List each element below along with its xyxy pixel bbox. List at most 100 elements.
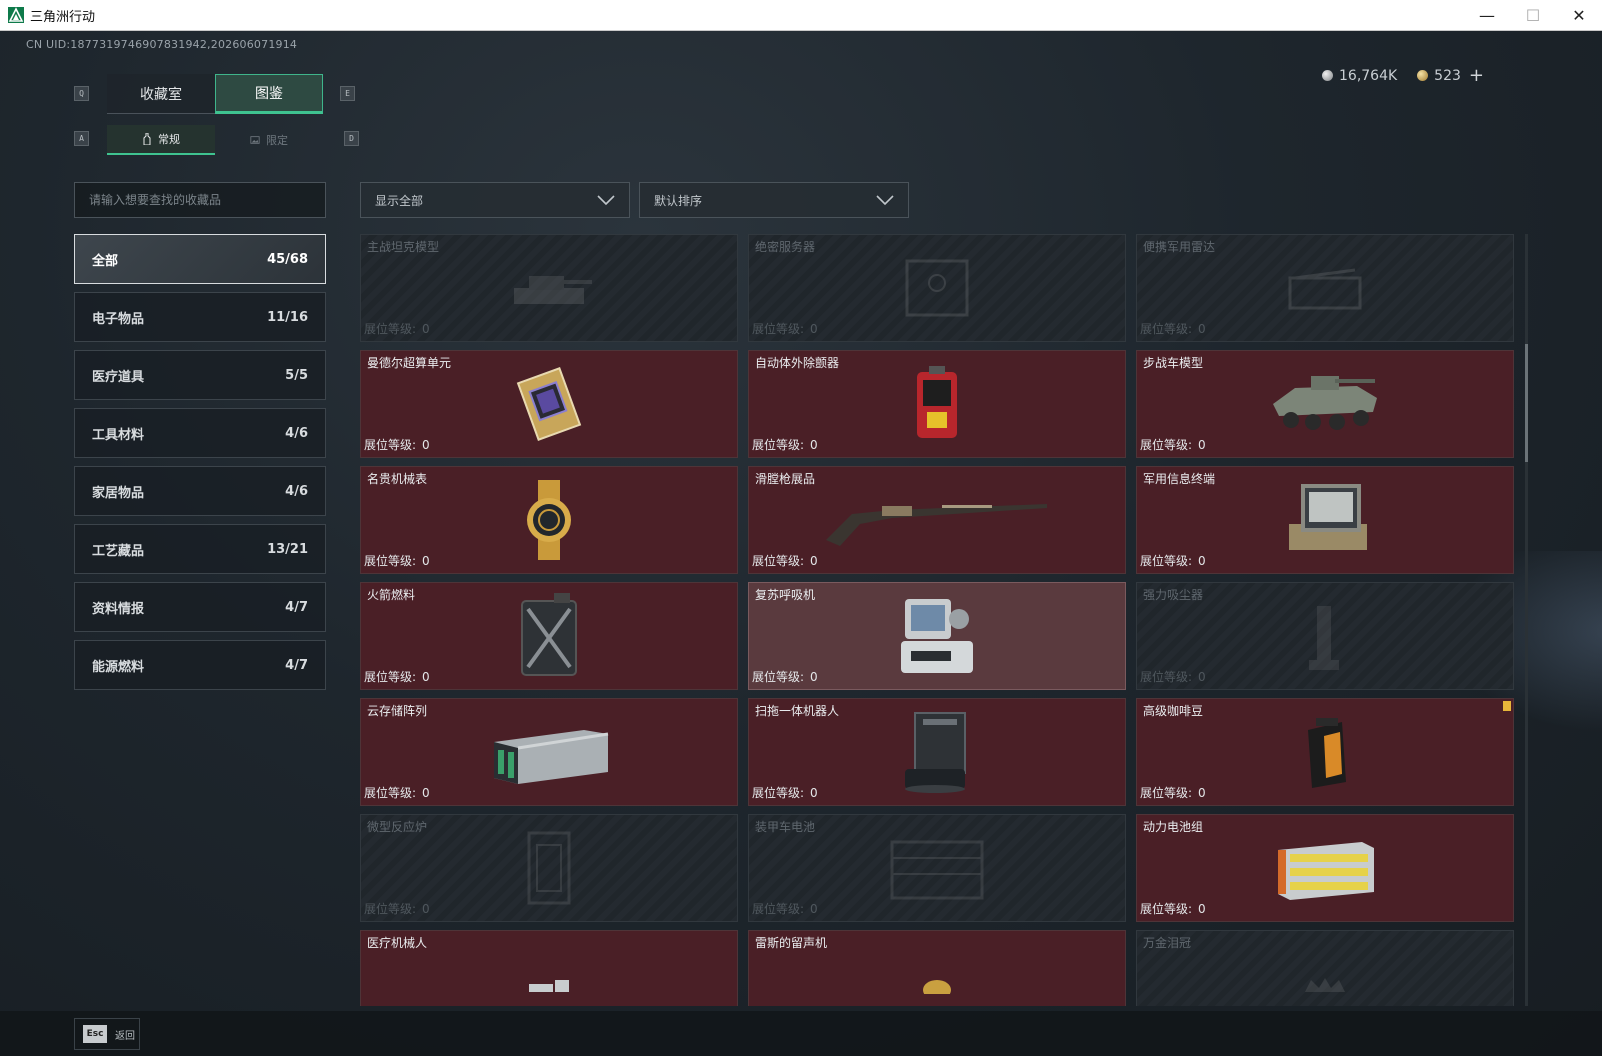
item-card[interactable]: 动力电池组 展位等级: 0 [1136, 814, 1514, 922]
close-button[interactable]: ✕ [1556, 0, 1602, 31]
item-card[interactable]: 复苏呼吸机 展位等级: 0 [748, 582, 1126, 690]
category-label: 工具材料 [92, 427, 145, 443]
item-level-label: 展位等级: [1140, 902, 1193, 916]
tab-collection-room[interactable]: 收藏室 [107, 74, 215, 114]
tab-catalog[interactable]: 图鉴 [215, 74, 323, 114]
category-label: 工艺藏品 [92, 543, 145, 559]
item-level-value: 0 [422, 786, 430, 800]
item-level-value: 0 [1198, 786, 1206, 800]
tank-icon [504, 258, 594, 322]
esc-key-icon: Esc [83, 1025, 107, 1043]
item-grid: 主战坦克模型 展位等级: 0 绝密服务器 展位等级: 0 便携军用雷达 展位等级: 0 曼德尔超算… [360, 234, 1520, 1006]
category-count: 5/5 [285, 367, 308, 383]
item-card[interactable]: 自动体外除颤器 展位等级: 0 [748, 350, 1126, 458]
back-label: 返回 [115, 1030, 135, 1042]
add-currency-button[interactable]: + [1469, 65, 1484, 86]
subtab-limited[interactable]: 限定 [215, 125, 323, 155]
item-card[interactable]: 火箭燃料展位等级: 0 [360, 582, 738, 690]
item-name: 名贵机械表 [367, 472, 428, 486]
item-card[interactable]: 万金泪冠展位等级:0 [1136, 930, 1514, 1006]
item-level: 展位等级: 0 [1140, 436, 1206, 453]
item-level: 展位等级: 0 [1140, 320, 1206, 337]
ventilator-icon [897, 591, 977, 685]
item-card[interactable]: 滑膛枪展品 展位等级: 0 [748, 466, 1126, 574]
item-name: 主战坦克模型 [367, 240, 440, 254]
item-card[interactable]: 强力吸尘器 展位等级: 0 [1136, 582, 1514, 690]
sort-dropdown[interactable]: 默认排序 [639, 182, 909, 218]
item-level-label: 展位等级: [1140, 322, 1193, 336]
item-name: 强力吸尘器 [1143, 588, 1204, 602]
item-card[interactable]: 微型反应炉 展位等级: 0 [360, 814, 738, 922]
category-label: 能源燃料 [92, 659, 145, 675]
item-level-value: 0 [422, 322, 430, 336]
item-name: 步战车模型 [1143, 356, 1204, 370]
category-item[interactable]: 资料情报 4/7 [74, 582, 326, 632]
crown-icon [1295, 974, 1355, 998]
category-count: 45/68 [267, 251, 308, 267]
item-name: 复苏呼吸机 [755, 588, 816, 602]
item-level: 展位等级: 0 [1140, 784, 1206, 801]
filter-dropdown[interactable]: 显示全部 [360, 182, 630, 218]
item-card[interactable]: 名贵机械表 展位等级: 0 [360, 466, 738, 574]
category-item[interactable]: 电子物品 11/16 [74, 292, 326, 342]
app-logo-icon [8, 7, 24, 23]
silver-amount: 16,764K [1339, 67, 1398, 84]
item-card[interactable]: 扫拖一体机器人 展位等级: 0 [748, 698, 1126, 806]
item-level-label: 展位等级: [364, 786, 417, 800]
supercomputer-unit-icon [509, 364, 589, 448]
silver-currency: 16,764K [1322, 68, 1397, 84]
item-card[interactable]: 绝密服务器 展位等级: 0 [748, 234, 1126, 342]
category-item[interactable]: 工具材料 4/6 [74, 408, 326, 458]
subtab-normal[interactable]: 常规 [107, 125, 215, 155]
search-input[interactable] [89, 193, 325, 207]
category-item[interactable]: 家居物品 4/6 [74, 466, 326, 516]
item-level-label: 展位等级: [752, 902, 805, 916]
item-card[interactable]: 云存储阵列展位等级: 0 [360, 698, 738, 806]
scrollbar-thumb[interactable] [1525, 344, 1528, 462]
subtab-normal-label: 常规 [158, 133, 180, 146]
item-name: 雷斯的留声机 [755, 936, 828, 950]
item-name: 火箭燃料 [367, 588, 416, 602]
grid-scrollbar[interactable] [1525, 234, 1528, 1006]
category-item[interactable]: 全部 45/68 [74, 234, 326, 284]
item-card[interactable]: 便携军用雷达 展位等级: 0 [1136, 234, 1514, 342]
item-level-value: 0 [422, 554, 430, 568]
item-name: 微型反应炉 [367, 820, 428, 834]
item-card[interactable]: 曼德尔超算单元 展位等级: 0 [360, 350, 738, 458]
item-card[interactable]: 主战坦克模型 展位等级: 0 [360, 234, 738, 342]
category-count: 13/21 [267, 541, 308, 557]
gramophone-icon [917, 974, 957, 1001]
player-uid: CN UID:1877319746907831942,202606071914 [26, 38, 298, 51]
item-name: 绝密服务器 [755, 240, 816, 254]
subtab-limited-label: 限定 [266, 134, 288, 147]
item-card[interactable]: 装甲车电池 展位等级: 0 [748, 814, 1126, 922]
item-level-label: 展位等级: [364, 438, 417, 452]
item-card[interactable]: 雷斯的留声机展位等级:0 [748, 930, 1126, 1006]
gold-amount: 523 [1434, 67, 1461, 84]
back-button[interactable]: Esc 返回 [74, 1018, 140, 1050]
item-card[interactable]: 高级咖啡豆 展位等级: 0 [1136, 698, 1514, 806]
item-card[interactable]: 步战车模型展位等级: 0 [1136, 350, 1514, 458]
currency-bar: 16,764K 523 + [1322, 65, 1484, 86]
category-label: 全部 [92, 253, 119, 269]
item-name: 便携军用雷达 [1143, 240, 1216, 254]
item-level-label: 展位等级: [752, 554, 805, 568]
item-name: 云存储阵列 [367, 704, 428, 718]
chevron-down-icon [597, 195, 615, 206]
maximize-button[interactable]: ☐ [1510, 0, 1556, 31]
category-item[interactable]: 能源燃料 4/7 [74, 640, 326, 690]
item-card[interactable]: 医疗机械人展位等级:0 [360, 930, 738, 1006]
category-item[interactable]: 工艺藏品 13/21 [74, 524, 326, 574]
item-level-value: 0 [810, 438, 818, 452]
search-box[interactable] [74, 182, 326, 218]
item-name: 装甲车电池 [755, 820, 816, 834]
item-level-label: 展位等级: [1140, 554, 1193, 568]
item-level-value: 0 [1198, 554, 1206, 568]
item-name: 自动体外除颤器 [755, 356, 840, 370]
minimize-button[interactable]: — [1464, 0, 1510, 31]
item-name: 医疗机械人 [367, 936, 428, 950]
category-item[interactable]: 医疗道具 5/5 [74, 350, 326, 400]
item-level: 展位等级: 0 [364, 668, 430, 685]
item-card[interactable]: 军用信息终端 展位等级: 0 [1136, 466, 1514, 574]
gold-coin-icon [1417, 70, 1429, 81]
